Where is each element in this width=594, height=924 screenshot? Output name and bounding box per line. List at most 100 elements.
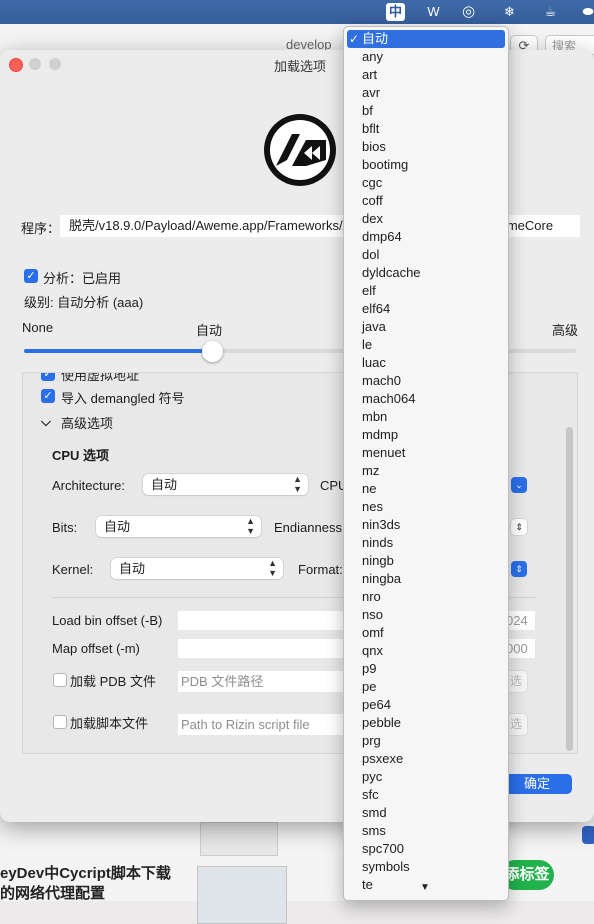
menu-item[interactable]: pebble xyxy=(344,714,508,732)
analysis-checkbox[interactable]: ✓ xyxy=(24,269,38,283)
menu-item[interactable]: elf xyxy=(344,282,508,300)
menu-item[interactable]: bf xyxy=(344,102,508,120)
menu-item[interactable]: nro xyxy=(344,588,508,606)
menu-item[interactable]: smd xyxy=(344,804,508,822)
pdb-label: 加载 PDB 文件 xyxy=(70,674,156,689)
checkmark-icon: ✓ xyxy=(349,32,360,46)
architecture-select[interactable]: 自动 ▲ ▼ xyxy=(143,474,308,495)
architecture-value: 自动 xyxy=(151,477,178,492)
slider-knob[interactable] xyxy=(202,341,223,362)
kernel-select[interactable]: 自动 ▲ ▼ xyxy=(111,558,283,579)
slider-label-advanced: 高级 xyxy=(552,323,579,338)
analysis-level-label: 级别: 自动分析 (aaa) xyxy=(24,295,144,310)
menu-item[interactable]: mach0 xyxy=(344,372,508,390)
menu-item[interactable]: mdmp xyxy=(344,426,508,444)
menu-item[interactable]: any xyxy=(344,48,508,66)
menu-item[interactable]: dol xyxy=(344,246,508,264)
wechat-icon[interactable]: ◎ xyxy=(459,3,478,21)
menu-item[interactable]: psxexe xyxy=(344,750,508,768)
program-label: 程序： xyxy=(21,221,61,236)
format-label: Format: xyxy=(298,562,343,577)
menu-item[interactable]: nin3ds xyxy=(344,516,508,534)
menu-item[interactable]: ne xyxy=(344,480,508,498)
kernel-label: Kernel: xyxy=(52,562,94,577)
endianness-label: Endianness xyxy=(274,520,342,535)
menu-item[interactable]: mach064 xyxy=(344,390,508,408)
cpu-section-title: CPU 选项 xyxy=(52,448,110,463)
menu-item[interactable]: dyldcache xyxy=(344,264,508,282)
article-title[interactable]: 的网络代理配置 xyxy=(0,882,105,903)
cup-icon[interactable]: ☕ xyxy=(541,3,560,21)
ok-button[interactable]: 确定 xyxy=(502,774,572,794)
analysis-label: 分析：已启用 xyxy=(43,271,122,286)
menu-item[interactable]: symbols xyxy=(344,858,508,876)
toggle-icon[interactable]: ⬬ xyxy=(578,3,594,21)
menu-item-selected[interactable]: ✓ 自动 xyxy=(347,30,505,48)
menu-item[interactable]: avr xyxy=(344,84,508,102)
menu-item[interactable]: menuet xyxy=(344,444,508,462)
advanced-options-toggle[interactable]: 高级选项 xyxy=(61,413,113,432)
article-thumbnail xyxy=(197,866,287,924)
virtual-address-label: 使用虚拟地址 xyxy=(61,372,140,383)
menu-item[interactable]: luac xyxy=(344,354,508,372)
menu-item[interactable]: spc700 xyxy=(344,840,508,858)
pdb-checkbox[interactable] xyxy=(53,673,67,687)
virtual-address-checkbox[interactable]: ✓ xyxy=(41,373,55,381)
format-options-list: ✓ 自动 any art avr bf bflt bios bootimg cgc coff de… xyxy=(344,30,508,894)
format-select-arrow-icon[interactable]: ⇕ xyxy=(511,561,527,577)
menu-item[interactable]: coff xyxy=(344,192,508,210)
menu-item[interactable]: mz xyxy=(344,462,508,480)
menu-item[interactable]: pe xyxy=(344,678,508,696)
rizin-logo-icon xyxy=(264,114,336,186)
menu-item[interactable]: pyc xyxy=(344,768,508,786)
demangled-checkbox[interactable]: ✓ xyxy=(41,389,55,403)
menu-item[interactable]: ninds xyxy=(344,534,508,552)
menu-item[interactable]: omf xyxy=(344,624,508,642)
menu-item[interactable]: java xyxy=(344,318,508,336)
menu-item[interactable]: sms xyxy=(344,822,508,840)
menu-item[interactable]: prg xyxy=(344,732,508,750)
demangled-label: 导入 demangled 符号 xyxy=(61,391,185,406)
script-checkbox[interactable] xyxy=(53,715,67,729)
menu-item[interactable]: nso xyxy=(344,606,508,624)
load-bin-offset-value: 024 xyxy=(506,613,528,628)
menu-bar: 中 W ◎ ❄ ☕ ⬬ xyxy=(0,0,594,24)
menu-item[interactable]: bootimg xyxy=(344,156,508,174)
article-title[interactable]: eyDev中Cycript脚本下载 xyxy=(0,862,171,883)
kernel-value: 自动 xyxy=(119,561,146,576)
bits-label: Bits: xyxy=(52,520,78,535)
slider-fill xyxy=(24,349,212,353)
menu-item[interactable]: ningba xyxy=(344,570,508,588)
slider-label-auto: 自动 xyxy=(196,323,223,338)
pdb-path-input[interactable]: PDB 文件路径 xyxy=(178,671,348,692)
menu-item[interactable]: sfc xyxy=(344,786,508,804)
script-path-input[interactable]: Path to Rizin script file xyxy=(178,714,348,735)
menu-item[interactable]: art xyxy=(344,66,508,84)
menu-item-label: 自动 xyxy=(362,31,389,46)
input-method-icon[interactable]: 中 xyxy=(386,3,405,21)
menu-item[interactable]: nes xyxy=(344,498,508,516)
options-scrollbar[interactable] xyxy=(566,427,573,751)
menu-item[interactable]: pe64 xyxy=(344,696,508,714)
background-scroll-knob[interactable] xyxy=(582,826,594,844)
menu-item[interactable]: bflt xyxy=(344,120,508,138)
architecture-label: Architecture: xyxy=(52,478,125,493)
menu-item[interactable]: mbn xyxy=(344,408,508,426)
wps-icon[interactable]: W xyxy=(424,3,443,21)
cpu-select-arrow-icon[interactable]: ⌄ xyxy=(511,477,527,493)
menu-item[interactable]: cgc xyxy=(344,174,508,192)
menu-item[interactable]: elf64 xyxy=(344,300,508,318)
menu-item[interactable]: ningb xyxy=(344,552,508,570)
menu-item[interactable]: dmp64 xyxy=(344,228,508,246)
bits-select[interactable]: 自动 ▲ ▼ xyxy=(96,516,261,537)
menu-item[interactable]: bios xyxy=(344,138,508,156)
menu-item[interactable]: p9 xyxy=(344,660,508,678)
snowflake-icon[interactable]: ❄ xyxy=(500,3,519,21)
endianness-select-arrow-icon[interactable]: ⇕ xyxy=(511,519,527,535)
menu-item[interactable]: dex xyxy=(344,210,508,228)
load-bin-offset-label: Load bin offset (-B) xyxy=(52,613,163,628)
chevron-down-icon[interactable]: ⌵ xyxy=(41,414,51,430)
scroll-down-arrow-icon[interactable]: ▼ xyxy=(420,882,430,893)
menu-item[interactable]: qnx xyxy=(344,642,508,660)
menu-item[interactable]: le xyxy=(344,336,508,354)
